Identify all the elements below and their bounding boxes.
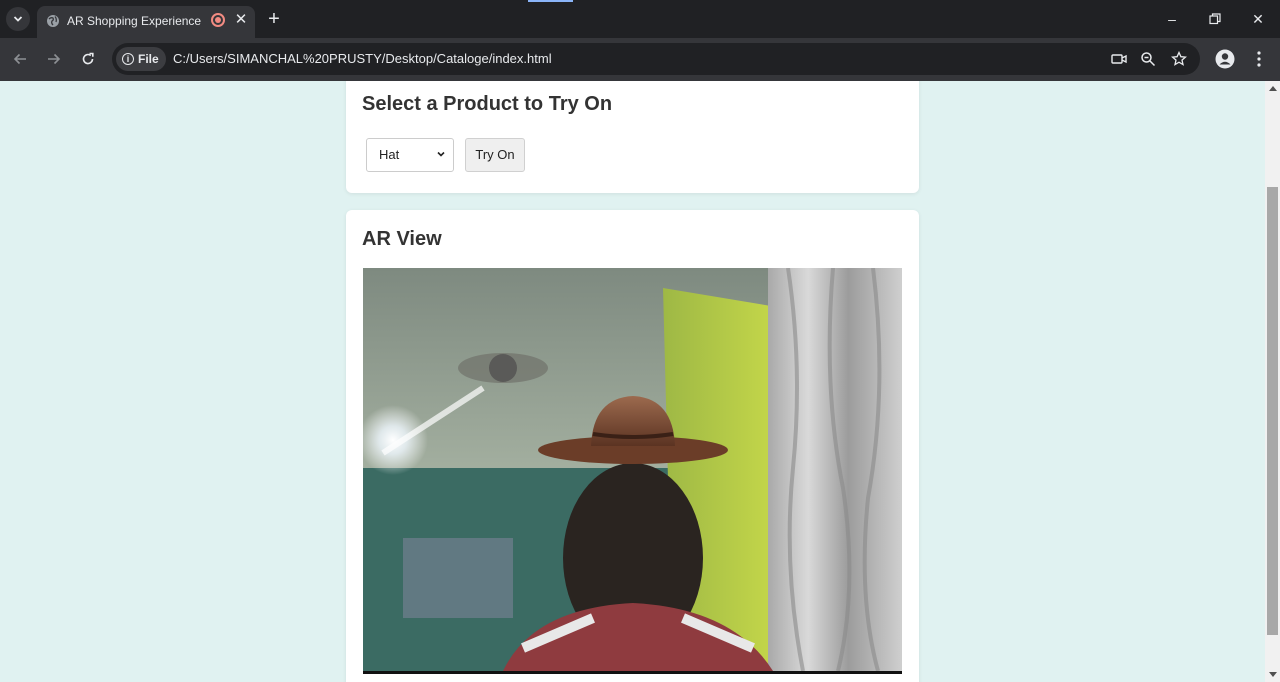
- more-icon[interactable]: [1249, 48, 1269, 70]
- recording-icon: [211, 13, 225, 27]
- zoom-icon[interactable]: [1139, 50, 1157, 68]
- browser-tab[interactable]: AR Shopping Experience ✕: [37, 6, 255, 38]
- try-on-button[interactable]: Try On: [465, 138, 525, 172]
- ar-section-title: AR View: [362, 228, 442, 250]
- ar-camera-feed: [363, 268, 902, 674]
- ar-view-card: AR View: [346, 210, 919, 682]
- reload-icon[interactable]: [77, 48, 99, 70]
- profile-icon[interactable]: [1214, 48, 1236, 70]
- info-icon: i: [122, 53, 134, 65]
- plus-icon[interactable]: +: [264, 9, 284, 29]
- camera-feed-image: [363, 268, 902, 671]
- forward-arrow-icon[interactable]: [43, 48, 65, 70]
- product-select-card: Select a Product to Try On Hat Try On: [346, 81, 919, 193]
- vertical-scrollbar[interactable]: [1265, 81, 1280, 682]
- close-icon[interactable]: ✕: [232, 11, 250, 29]
- tab-search-button[interactable]: [6, 7, 30, 31]
- site-info-chip[interactable]: i File: [116, 47, 166, 71]
- address-bar[interactable]: i File C:/Users/SIMANCHAL%20PRUSTY/Deskt…: [112, 43, 1200, 75]
- security-chip-label: File: [138, 52, 159, 66]
- scroll-thumb[interactable]: [1267, 187, 1278, 635]
- tab-title: AR Shopping Experience: [67, 14, 202, 28]
- scroll-down-arrow-icon[interactable]: [1269, 672, 1277, 677]
- chevron-down-icon: [13, 16, 23, 22]
- product-select-value: Hat: [379, 147, 400, 162]
- chevron-down-icon: [437, 151, 445, 157]
- browser-toolbar: i File C:/Users/SIMANCHAL%20PRUSTY/Deskt…: [0, 38, 1280, 81]
- scroll-up-arrow-icon[interactable]: [1269, 86, 1277, 91]
- page-viewport: Select a Product to Try On Hat Try On AR…: [0, 81, 1265, 682]
- back-arrow-icon[interactable]: [9, 48, 31, 70]
- close-window-icon[interactable]: ✕: [1243, 6, 1273, 32]
- globe-icon: [47, 15, 59, 27]
- tab-strip: AR Shopping Experience ✕ + – ✕: [0, 0, 1280, 38]
- minimize-icon[interactable]: –: [1157, 6, 1187, 32]
- star-icon[interactable]: [1170, 50, 1188, 68]
- drag-indicator: [528, 0, 573, 2]
- camera-icon[interactable]: [1110, 50, 1128, 68]
- restore-icon[interactable]: [1200, 6, 1230, 32]
- url-text[interactable]: C:/Users/SIMANCHAL%20PRUSTY/Desktop/Cata…: [173, 51, 552, 66]
- product-select[interactable]: Hat: [366, 138, 454, 172]
- select-section-title: Select a Product to Try On: [362, 93, 613, 115]
